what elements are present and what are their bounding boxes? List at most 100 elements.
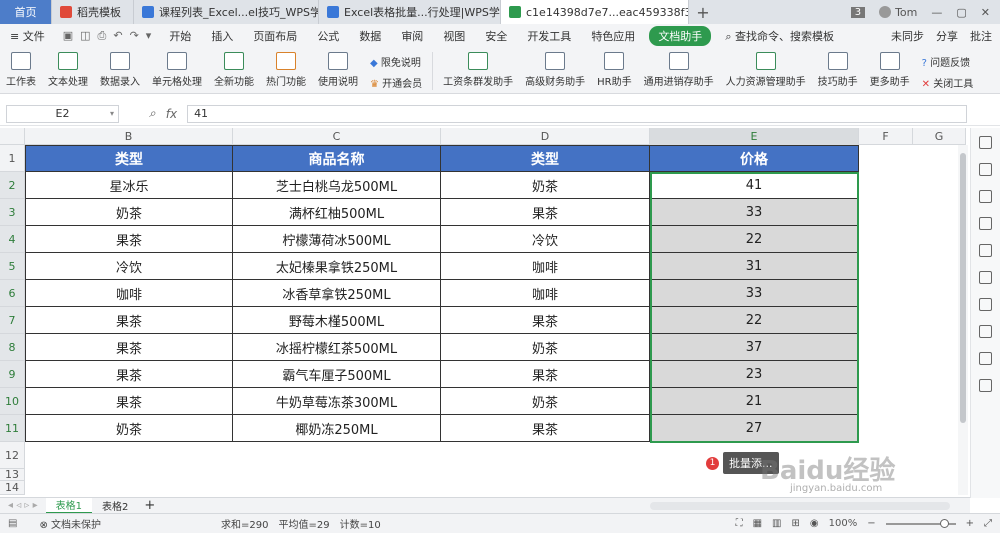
row-header[interactable]: 8 [0, 334, 25, 361]
sheet-icon[interactable]: ▤ [0, 518, 25, 529]
select-all-corner[interactable] [0, 128, 25, 145]
expand-icon[interactable]: ⤢ [984, 518, 992, 529]
ribbon-instructions[interactable]: 使用说明 [312, 52, 364, 88]
table-cell[interactable]: 奶茶 [25, 199, 233, 226]
sync-status[interactable]: 未同步 [891, 28, 924, 44]
table-cell[interactable]: 41 [650, 172, 859, 199]
backup-icon[interactable] [979, 298, 992, 311]
table-cell[interactable]: 果茶 [25, 307, 233, 334]
property-icon[interactable] [979, 190, 992, 203]
ribbon-tool[interactable]: 高级财务助手 [519, 52, 591, 88]
ribbon-tool[interactable]: 技巧助手 [812, 52, 864, 88]
table-cell[interactable]: 奶茶 [441, 334, 650, 361]
table-cell[interactable]: 果茶 [441, 361, 650, 388]
new-tab-button[interactable]: + [689, 0, 717, 24]
table-cell[interactable]: 太妃榛果拿铁250ML [233, 253, 441, 280]
table-cell[interactable]: 椰奶冻250ML [233, 415, 441, 442]
table-cell[interactable]: 果茶 [25, 226, 233, 253]
table-cell[interactable]: 冷饮 [441, 226, 650, 253]
ribbon-tool[interactable]: HR助手 [591, 52, 637, 88]
table-cell[interactable]: 柠檬薄荷冰500ML [233, 226, 441, 253]
table-cell[interactable]: 奶茶 [25, 415, 233, 442]
table-header-cell[interactable]: 商品名称 [233, 145, 441, 172]
zoom-level[interactable]: 100% [829, 518, 858, 529]
more-icon[interactable]: ▾ [146, 29, 152, 43]
table-cell[interactable]: 33 [650, 280, 859, 307]
table-cell[interactable]: 27 [650, 415, 859, 442]
zoom-in-icon[interactable]: + [966, 518, 974, 529]
zoom-slider-knob[interactable] [939, 518, 949, 528]
free-limit-link[interactable]: ◆ 限免说明 [370, 54, 422, 69]
column-header-selected[interactable]: E [650, 128, 859, 145]
table-cell[interactable]: 牛奶草莓冻茶300ML [233, 388, 441, 415]
ribbon-data-entry[interactable]: 数据录入 [94, 52, 146, 88]
horizontal-scrollbar[interactable] [650, 501, 950, 510]
table-cell[interactable]: 果茶 [441, 307, 650, 334]
table-cell[interactable]: 咖啡 [441, 280, 650, 307]
row-header[interactable]: 12 [0, 442, 25, 469]
row-header[interactable]: 1 [0, 145, 25, 172]
row-header[interactable]: 5 [0, 253, 25, 280]
shapes-icon[interactable] [979, 163, 992, 176]
row-header[interactable]: 10 [0, 388, 25, 415]
table-cell[interactable]: 奶茶 [441, 172, 650, 199]
ribbon-cell-process[interactable]: 单元格处理 [146, 52, 208, 88]
function-icon[interactable]: fx [166, 107, 177, 121]
tab-excel-batch[interactable]: Excel表格批量...行处理|WPS学院 [319, 0, 501, 24]
save-icon[interactable]: ▣ [63, 29, 73, 43]
table-cell[interactable]: 咖啡 [25, 280, 233, 307]
table-header-cell[interactable]: 类型 [441, 145, 650, 172]
chart-icon[interactable] [979, 271, 992, 284]
table-cell[interactable]: 冰香草拿铁250ML [233, 280, 441, 307]
select-icon[interactable] [979, 136, 992, 149]
table-header-cell[interactable]: 类型 [25, 145, 233, 172]
ribbon-tool[interactable]: 通用进销存助手 [638, 52, 720, 88]
maximize-icon[interactable]: ▢ [956, 6, 966, 19]
command-search[interactable]: ⌕ 查找命令、搜索模板 [715, 28, 844, 44]
table-cell[interactable]: 果茶 [25, 388, 233, 415]
minimize-icon[interactable]: — [931, 6, 942, 19]
settings-icon[interactable] [979, 352, 992, 365]
table-icon[interactable] [979, 244, 992, 257]
ribbon-tool[interactable]: 人力资源管理助手 [720, 52, 812, 88]
style-icon[interactable] [979, 217, 992, 230]
comment-button[interactable]: 批注 [970, 28, 992, 44]
tab-home[interactable]: 首页 [0, 0, 52, 24]
zoom-out-icon[interactable]: − [867, 518, 875, 529]
ribbon-tool[interactable]: 更多助手 [864, 52, 916, 88]
table-cell[interactable]: 芝士白桃乌龙500ML [233, 172, 441, 199]
add-sheet-icon[interactable]: + [138, 498, 161, 513]
table-cell[interactable]: 果茶 [25, 361, 233, 388]
row-header[interactable]: 3 [0, 199, 25, 226]
column-header[interactable]: D [441, 128, 650, 145]
row-header[interactable]: 14 [0, 481, 25, 495]
undo-icon[interactable]: ↶ [113, 29, 122, 43]
page-break-icon[interactable]: ⊞ [792, 518, 800, 529]
ribbon-hot-features[interactable]: 热门功能 [260, 52, 312, 88]
table-cell[interactable]: 33 [650, 199, 859, 226]
redo-icon[interactable]: ↷ [130, 29, 139, 43]
menu-document-assistant[interactable]: 文档助手 [649, 26, 712, 46]
formula-input[interactable]: 41 [187, 104, 968, 123]
table-cell[interactable]: 22 [650, 307, 859, 334]
share-button[interactable]: 分享 [936, 28, 958, 44]
eye-protection-icon[interactable]: ◉ [810, 518, 819, 529]
feedback-link[interactable]: ? 问题反馈 [922, 54, 974, 69]
tab-course-list[interactable]: 课程列表_Excel...el技巧_WPS学院 [134, 0, 319, 24]
sheet-tab-active[interactable]: 表格1 [45, 497, 92, 514]
row-header[interactable]: 11 [0, 415, 25, 442]
user-avatar[interactable]: Tom [879, 6, 917, 19]
close-tools-link[interactable]: ✕ 关闭工具 [922, 75, 974, 90]
column-header[interactable]: F [859, 128, 913, 145]
member-link[interactable]: ♛ 开通会员 [370, 75, 422, 90]
table-header-cell[interactable]: 价格 [650, 145, 859, 172]
row-header[interactable]: 9 [0, 361, 25, 388]
protection-status[interactable]: ⊗ 文档未保护 [39, 516, 101, 531]
menu-item[interactable]: 安全 [475, 28, 517, 44]
menu-item[interactable]: 开始 [159, 28, 201, 44]
menu-item[interactable]: 特色应用 [581, 28, 645, 44]
row-header[interactable]: 4 [0, 226, 25, 253]
name-box[interactable]: E2 ▾ [6, 104, 119, 123]
fullscreen-icon[interactable]: ⛶ [736, 518, 743, 529]
zoom-slider[interactable] [885, 518, 956, 528]
